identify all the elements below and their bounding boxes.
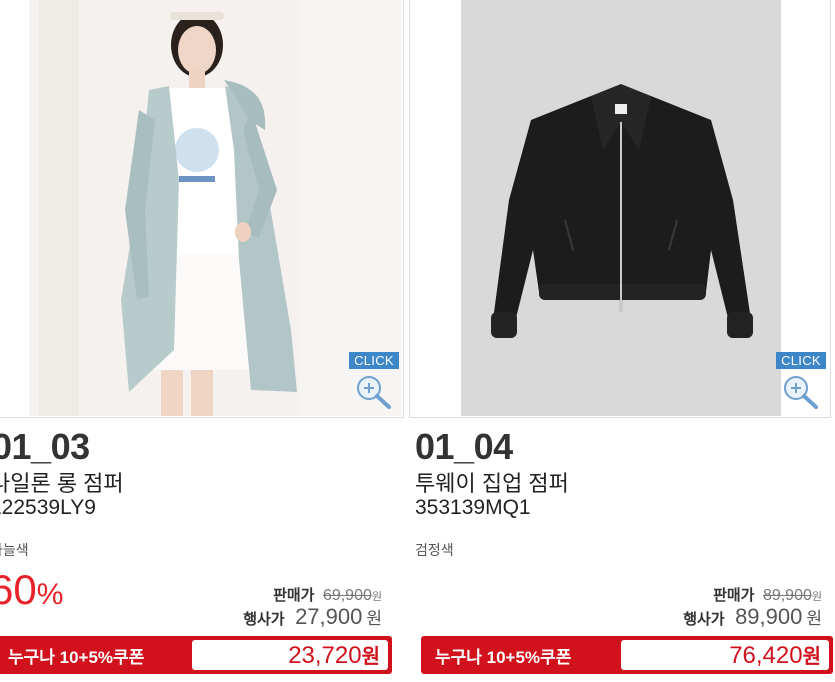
- coupon-label: 누구나 10+5%쿠폰: [8, 648, 145, 667]
- product-name[interactable]: 나일론 롱 점퍼: [0, 466, 124, 498]
- product-image-frame[interactable]: CLICK: [409, 0, 831, 418]
- click-label: CLICK: [776, 352, 826, 369]
- product-card-01-03[interactable]: CLICK 01_03 나일론 롱 점퍼 122539LY9 하늘색 60% 판…: [0, 0, 405, 682]
- discount-unit: %: [36, 578, 64, 611]
- coupon-price: 23,720: [288, 642, 362, 669]
- original-price-line: 판매가 69,900원: [273, 584, 382, 605]
- event-price-line: 행사가 89,900 원: [683, 604, 822, 630]
- original-price-unit: 원: [811, 591, 822, 603]
- coupon-price-unit: 원: [361, 646, 380, 668]
- original-price: 89,900: [762, 587, 812, 604]
- product-sku: 122539LY9: [0, 496, 96, 519]
- coupon-price: 76,420: [729, 642, 803, 669]
- sale-price-label: 판매가: [713, 587, 755, 604]
- coupon-price-box: 23,720원: [192, 640, 388, 670]
- product-photo[interactable]: [29, 0, 401, 416]
- product-card-01-04[interactable]: CLICK 01_04 투웨이 집업 점퍼 353139MQ1 검정색 판매가 …: [409, 0, 835, 682]
- coupon-banner[interactable]: 누구나 10+5%쿠폰 23,720원: [0, 636, 392, 674]
- sale-price-label: 판매가: [273, 587, 315, 604]
- event-price-unit: 원: [366, 609, 382, 628]
- magnifier-zoom-icon: [357, 376, 391, 409]
- jacket-illustration: [461, 0, 781, 416]
- event-price-label: 행사가: [243, 611, 285, 628]
- coupon-label: 누구나 10+5%쿠폰: [435, 648, 572, 667]
- original-price-unit: 원: [371, 591, 382, 603]
- product-code: 01_03: [0, 426, 90, 467]
- product-photo[interactable]: [461, 0, 781, 416]
- coupon-price-unit: 원: [802, 646, 821, 668]
- original-price: 69,900: [322, 587, 372, 604]
- event-price-label: 행사가: [683, 611, 725, 628]
- zoom-click-badge[interactable]: CLICK: [776, 352, 826, 414]
- original-price-line: 판매가 89,900원: [713, 584, 822, 605]
- event-price: 89,900: [735, 604, 803, 629]
- coupon-banner[interactable]: 누구나 10+5%쿠폰 76,420원: [421, 636, 833, 674]
- product-color: 검정색: [415, 542, 454, 558]
- event-price: 27,900: [295, 604, 363, 629]
- model-jacket-illustration: [29, 0, 401, 416]
- click-label: CLICK: [349, 352, 399, 369]
- product-color: 하늘색: [0, 542, 29, 558]
- product-code: 01_04: [415, 426, 513, 467]
- discount-value: 60: [0, 566, 37, 613]
- magnifier-zoom-icon: [784, 376, 818, 409]
- discount-rate: 60%: [0, 566, 63, 614]
- event-price-unit: 원: [806, 609, 822, 628]
- product-image-frame[interactable]: CLICK: [0, 0, 404, 418]
- event-price-line: 행사가 27,900 원: [243, 604, 382, 630]
- product-sku: 353139MQ1: [415, 496, 531, 519]
- coupon-price-box: 76,420원: [621, 640, 829, 670]
- product-name[interactable]: 투웨이 집업 점퍼: [415, 466, 569, 498]
- zoom-click-badge[interactable]: CLICK: [349, 352, 399, 414]
